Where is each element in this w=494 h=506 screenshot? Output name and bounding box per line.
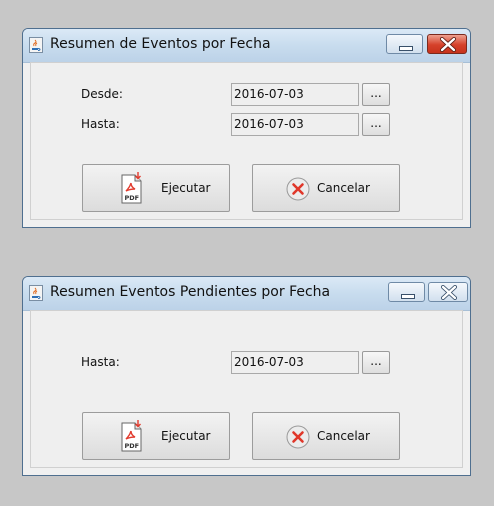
execute-button[interactable]: PDF Ejecutar [82, 164, 230, 212]
execute-label: Ejecutar [161, 181, 211, 195]
dialog-content: Hasta: 2016-07-03 ... PDF Ejecutar Cance… [30, 310, 463, 468]
hasta-browse-button[interactable]: ... [362, 113, 390, 136]
execute-label: Ejecutar [161, 429, 211, 443]
cancel-label: Cancelar [317, 429, 370, 443]
window-title: Resumen Eventos Pendientes por Fecha [50, 284, 331, 300]
svg-text:PDF: PDF [125, 194, 140, 202]
minimize-icon [399, 46, 413, 51]
window-title: Resumen de Eventos por Fecha [50, 36, 271, 52]
cancel-icon [286, 177, 310, 201]
report-dialog-pending-events-by-date: Resumen Eventos Pendientes por Fecha Has… [22, 276, 471, 476]
desde-date-field[interactable]: 2016-07-03 [231, 83, 359, 106]
hasta-label: Hasta: [81, 355, 120, 369]
close-icon [440, 37, 456, 52]
minimize-icon [401, 294, 415, 299]
cancel-icon [286, 425, 310, 449]
cancel-button[interactable]: Cancelar [252, 412, 400, 460]
title-bar[interactable]: Resumen Eventos Pendientes por Fecha [23, 277, 470, 311]
desde-label: Desde: [81, 87, 123, 101]
title-bar[interactable]: Resumen de Eventos por Fecha [23, 29, 470, 63]
desde-browse-button[interactable]: ... [362, 83, 390, 106]
minimize-button[interactable] [386, 34, 423, 54]
cancel-label: Cancelar [317, 181, 370, 195]
close-icon [441, 285, 457, 300]
execute-button[interactable]: PDF Ejecutar [82, 412, 230, 460]
cancel-button[interactable]: Cancelar [252, 164, 400, 212]
hasta-browse-button[interactable]: ... [362, 351, 390, 374]
svg-text:PDF: PDF [125, 442, 140, 450]
hasta-label: Hasta: [81, 117, 120, 131]
hasta-date-field[interactable]: 2016-07-03 [231, 351, 359, 374]
hasta-date-field[interactable]: 2016-07-03 [231, 113, 359, 136]
pdf-icon: PDF [121, 420, 142, 452]
dialog-content: Desde: 2016-07-03 ... Hasta: 2016-07-03 … [30, 62, 463, 220]
close-button[interactable] [427, 34, 467, 54]
java-cup-icon [29, 37, 43, 53]
pdf-icon: PDF [121, 172, 142, 204]
java-cup-icon [29, 285, 43, 301]
close-button[interactable] [428, 282, 468, 302]
minimize-button[interactable] [388, 282, 425, 302]
report-dialog-events-by-date: Resumen de Eventos por Fecha Desde: 2016… [22, 28, 471, 228]
